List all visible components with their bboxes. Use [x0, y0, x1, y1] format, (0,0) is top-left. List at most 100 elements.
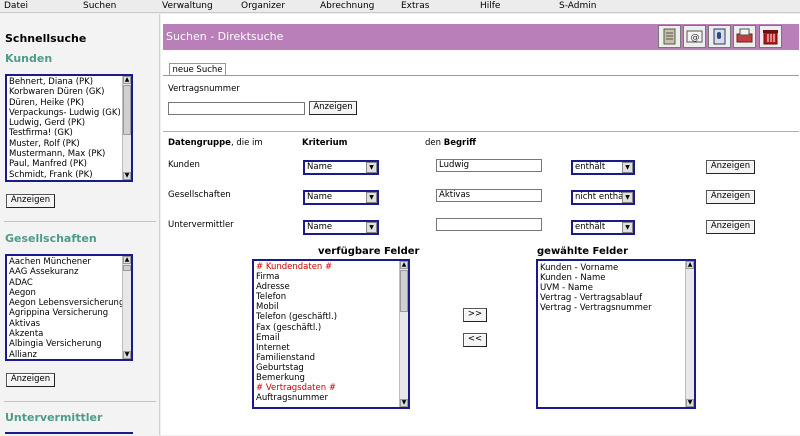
- list-item[interactable]: Kunden - Name: [538, 273, 694, 283]
- menu-organizer[interactable]: Organizer: [241, 1, 285, 11]
- menu-suchen[interactable]: Suchen: [83, 1, 116, 11]
- kunden-begriff-input[interactable]: Ludwig: [436, 159, 542, 172]
- scroll-up-icon[interactable]: ▲: [686, 261, 694, 269]
- scroll-up-icon[interactable]: ▲: [123, 76, 131, 84]
- kunden-row-show-button[interactable]: Anzeigen: [706, 160, 755, 174]
- selected-fields-scrollbar[interactable]: ▲ ▼: [685, 261, 694, 407]
- kunden-operator-select[interactable]: enthält ▼: [571, 160, 635, 175]
- list-item[interactable]: Agrippina Versicherung: [7, 308, 131, 318]
- available-fields-list[interactable]: # Kundendaten # Firma Adresse Telefon Mo…: [252, 259, 410, 409]
- list-item[interactable]: Düren, Heike (PK): [7, 98, 131, 108]
- list-item[interactable]: Allianz: [7, 350, 131, 359]
- list-item[interactable]: Muster, Rolf (PK): [7, 139, 131, 149]
- list-item[interactable]: ADAC: [7, 278, 131, 288]
- list-item[interactable]: UVM - Name: [538, 283, 694, 293]
- list-item[interactable]: Telefon: [254, 292, 408, 302]
- list-item[interactable]: Vertrag - Vertragsablauf: [538, 293, 694, 303]
- email-icon[interactable]: @: [683, 25, 706, 48]
- gesellschaften-row-show-button[interactable]: Anzeigen: [706, 190, 755, 204]
- chevron-down-icon[interactable]: ▼: [622, 192, 633, 203]
- page-header: Suchen - Direktsuche @: [163, 24, 799, 50]
- list-item[interactable]: Fax (geschäftl.): [254, 323, 408, 333]
- list-item[interactable]: Telefon (geschäftl.): [254, 312, 408, 322]
- menu-extras[interactable]: Extras: [401, 1, 429, 11]
- scroll-down-icon[interactable]: ▼: [686, 399, 694, 407]
- list-item[interactable]: Aegon Lebensversicherungs: [7, 298, 131, 308]
- list-item[interactable]: Aachen Münchener: [7, 257, 131, 267]
- menu-datei[interactable]: Datei: [4, 1, 28, 11]
- chevron-down-icon[interactable]: ▼: [366, 222, 377, 233]
- scroll-down-icon[interactable]: ▼: [400, 399, 408, 407]
- gesellschaften-begriff-input[interactable]: Aktivas: [436, 189, 542, 202]
- list-item[interactable]: Mobil: [254, 302, 408, 312]
- list-item[interactable]: Verpackungs- Ludwig (GK): [7, 108, 131, 118]
- scroll-up-icon[interactable]: ▲: [123, 256, 131, 264]
- untervermittler-row-show-button[interactable]: Anzeigen: [706, 220, 755, 234]
- available-fields-scrollbar[interactable]: ▲ ▼: [399, 261, 408, 407]
- gesellschaften-scrollbar[interactable]: ▲ ▼: [122, 256, 131, 359]
- datengruppe-rest: , die im: [230, 138, 263, 148]
- kunden-scrollbar[interactable]: ▲ ▼: [122, 76, 131, 180]
- trash-icon[interactable]: [759, 25, 782, 48]
- remove-field-button[interactable]: <<: [463, 333, 487, 347]
- menu-verwaltung[interactable]: Verwaltung: [162, 1, 213, 11]
- vertragsnummer-input[interactable]: [168, 102, 305, 115]
- list-item[interactable]: Albingia Versicherung: [7, 339, 131, 349]
- list-item[interactable]: Behnert, Diana (PK): [7, 77, 131, 87]
- list-item[interactable]: Adresse: [254, 282, 408, 292]
- kunden-kriterium-select[interactable]: Name ▼: [303, 160, 379, 175]
- untervermittler-list[interactable]: [5, 432, 133, 436]
- list-item[interactable]: Aktivas: [7, 319, 131, 329]
- divider: [163, 131, 799, 132]
- scroll-down-icon[interactable]: ▼: [123, 172, 131, 180]
- gesellschaften-list[interactable]: Aachen Münchener AAG Assekuranz ADAC Aeg…: [5, 254, 133, 361]
- list-item[interactable]: Testfirma! (GK): [7, 128, 131, 138]
- document-icon[interactable]: [658, 25, 681, 48]
- list-item[interactable]: Familienstand: [254, 353, 408, 363]
- menu-hilfe[interactable]: Hilfe: [480, 1, 500, 11]
- list-item[interactable]: Auftragsnummer: [254, 393, 408, 403]
- list-item[interactable]: Bemerkung: [254, 373, 408, 383]
- list-item[interactable]: Vertrag - Vertragsnummer: [538, 303, 694, 313]
- kunden-show-button[interactable]: Anzeigen: [6, 194, 55, 208]
- chevron-down-icon[interactable]: ▼: [622, 222, 633, 233]
- list-item[interactable]: Mustermann, Max (PK): [7, 149, 131, 159]
- selected-fields-list[interactable]: Kunden - Vorname Kunden - Name UVM - Nam…: [536, 259, 696, 409]
- scroll-thumb[interactable]: [123, 265, 131, 271]
- list-item[interactable]: Schmidt, Frank (PK): [7, 170, 131, 180]
- list-item[interactable]: Firma: [254, 272, 408, 282]
- list-item[interactable]: Email: [254, 333, 408, 343]
- untervermittler-operator-select[interactable]: enthält ▼: [571, 220, 635, 235]
- scroll-thumb[interactable]: [400, 270, 408, 312]
- chevron-down-icon[interactable]: ▼: [366, 192, 377, 203]
- scroll-up-icon[interactable]: ▲: [400, 261, 408, 269]
- menu-s-admin[interactable]: S-Admin: [559, 1, 596, 11]
- add-field-button[interactable]: >>: [463, 308, 487, 322]
- list-item[interactable]: Kunden - Vorname: [538, 263, 694, 273]
- chevron-down-icon[interactable]: ▼: [366, 162, 377, 173]
- list-item[interactable]: # Vertragsdaten #: [254, 383, 408, 393]
- chevron-down-icon[interactable]: ▼: [622, 162, 633, 173]
- gesellschaften-kriterium-select[interactable]: Name ▼: [303, 190, 379, 205]
- list-item[interactable]: Geburtstag: [254, 363, 408, 373]
- list-item[interactable]: Akzenta: [7, 329, 131, 339]
- gesellschaften-operator-select[interactable]: nicht enthält ▼: [571, 190, 635, 205]
- print-icon[interactable]: [733, 25, 756, 48]
- phone-book-icon[interactable]: [708, 25, 731, 48]
- untervermittler-begriff-input[interactable]: [436, 218, 542, 231]
- untervermittler-kriterium-select[interactable]: Name ▼: [303, 220, 379, 235]
- list-item[interactable]: # Kundendaten #: [254, 262, 408, 272]
- list-item[interactable]: Korbwaren Düren (GK): [7, 87, 131, 97]
- list-item[interactable]: Paul, Manfred (PK): [7, 159, 131, 169]
- vertragsnummer-show-button[interactable]: Anzeigen: [309, 101, 357, 115]
- scroll-down-icon[interactable]: ▼: [123, 351, 131, 359]
- list-item[interactable]: Aegon: [7, 288, 131, 298]
- quick-search-sidebar: Schnellsuche Kunden Behnert, Diana (PK) …: [0, 14, 160, 435]
- list-item[interactable]: Ludwig, Gerd (PK): [7, 118, 131, 128]
- menu-abrechnung[interactable]: Abrechnung: [320, 1, 374, 11]
- kunden-list[interactable]: Behnert, Diana (PK) Korbwaren Düren (GK)…: [5, 74, 133, 182]
- list-item[interactable]: AAG Assekuranz: [7, 267, 131, 277]
- list-item[interactable]: Internet: [254, 343, 408, 353]
- gesellschaften-show-button[interactable]: Anzeigen: [6, 373, 55, 387]
- scroll-thumb[interactable]: [123, 85, 131, 135]
